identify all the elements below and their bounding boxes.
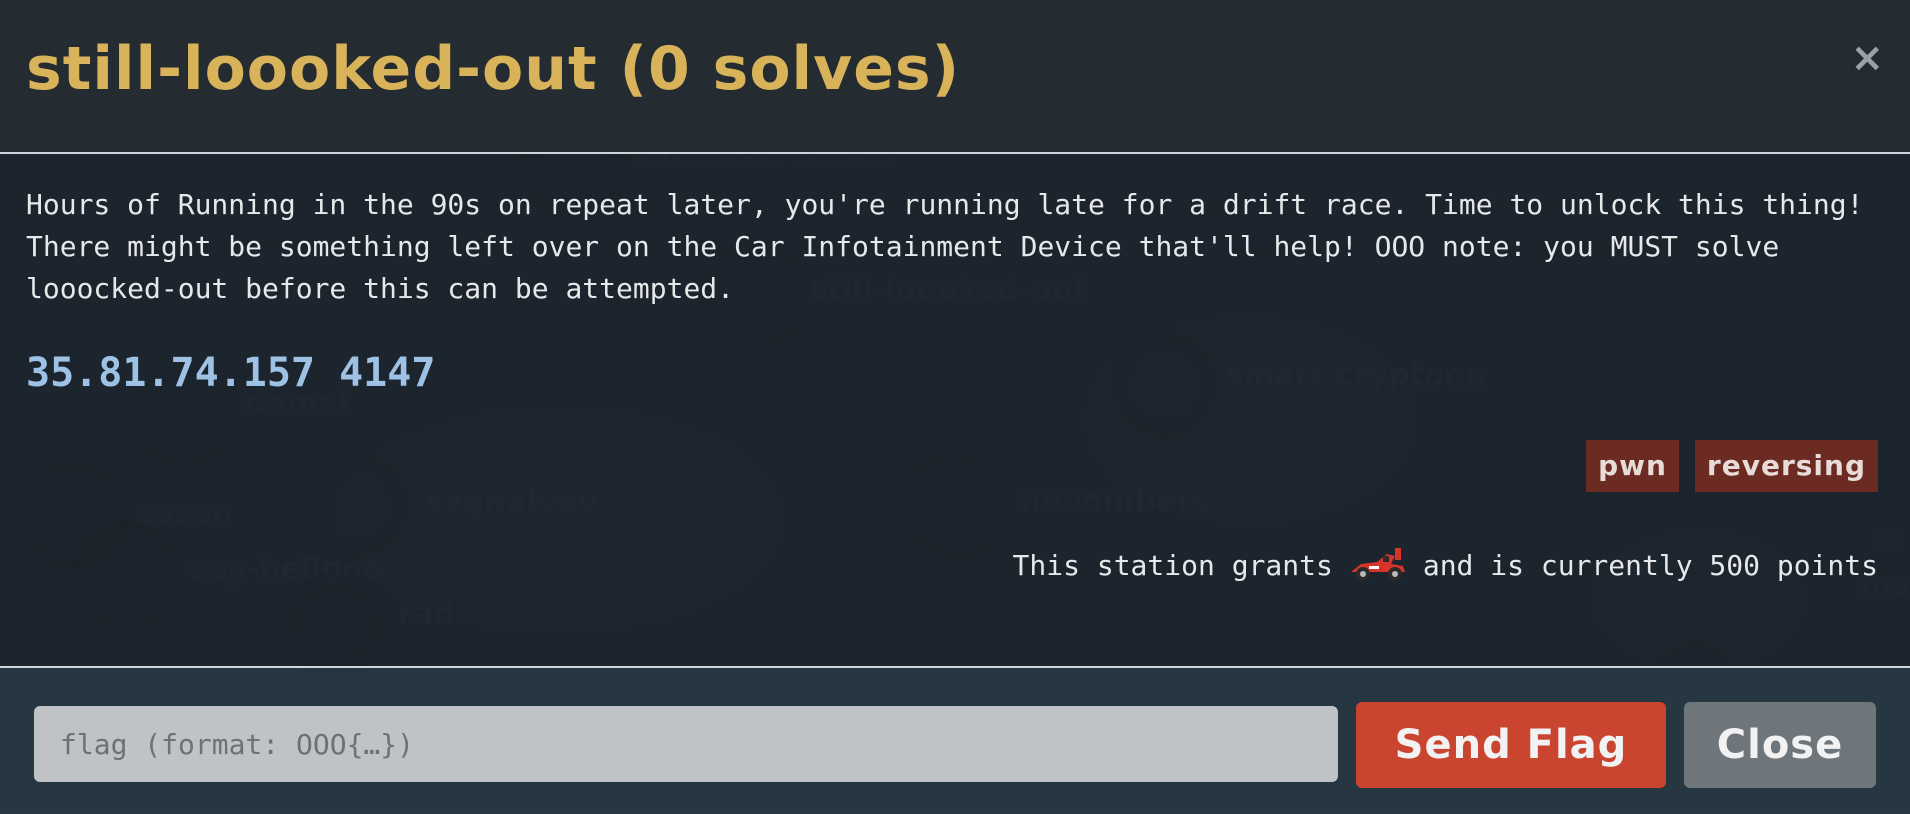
close-icon[interactable]: × <box>1850 38 1884 78</box>
modal-body: Hours of Running in the 90s on repeat la… <box>0 154 1910 666</box>
race-car-icon <box>1347 546 1409 584</box>
server-address: 35.81.74.157 4147 <box>26 350 436 396</box>
close-button[interactable]: Close <box>1684 702 1876 788</box>
points-prefix: This station grants <box>1012 548 1333 582</box>
flag-input[interactable] <box>34 706 1338 782</box>
modal-header: still-loooked-out (0 solves) × <box>0 0 1910 154</box>
challenge-modal: still-loooked-out (0 solves) × Hours of … <box>0 0 1910 814</box>
tag-list: pwn reversing <box>1586 440 1878 492</box>
modal-footer: Send Flag Close <box>0 666 1910 814</box>
tag-reversing: reversing <box>1694 440 1878 492</box>
challenge-description: Hours of Running in the 90s on repeat la… <box>26 188 1881 305</box>
points-suffix: and is currently 500 points <box>1422 548 1878 582</box>
points-info: This station grants and is currently 500… <box>1013 546 1878 584</box>
tag-pwn: pwn <box>1586 440 1679 492</box>
challenge-title: still-loooked-out (0 solves) <box>26 34 961 104</box>
send-flag-button[interactable]: Send Flag <box>1356 702 1666 788</box>
